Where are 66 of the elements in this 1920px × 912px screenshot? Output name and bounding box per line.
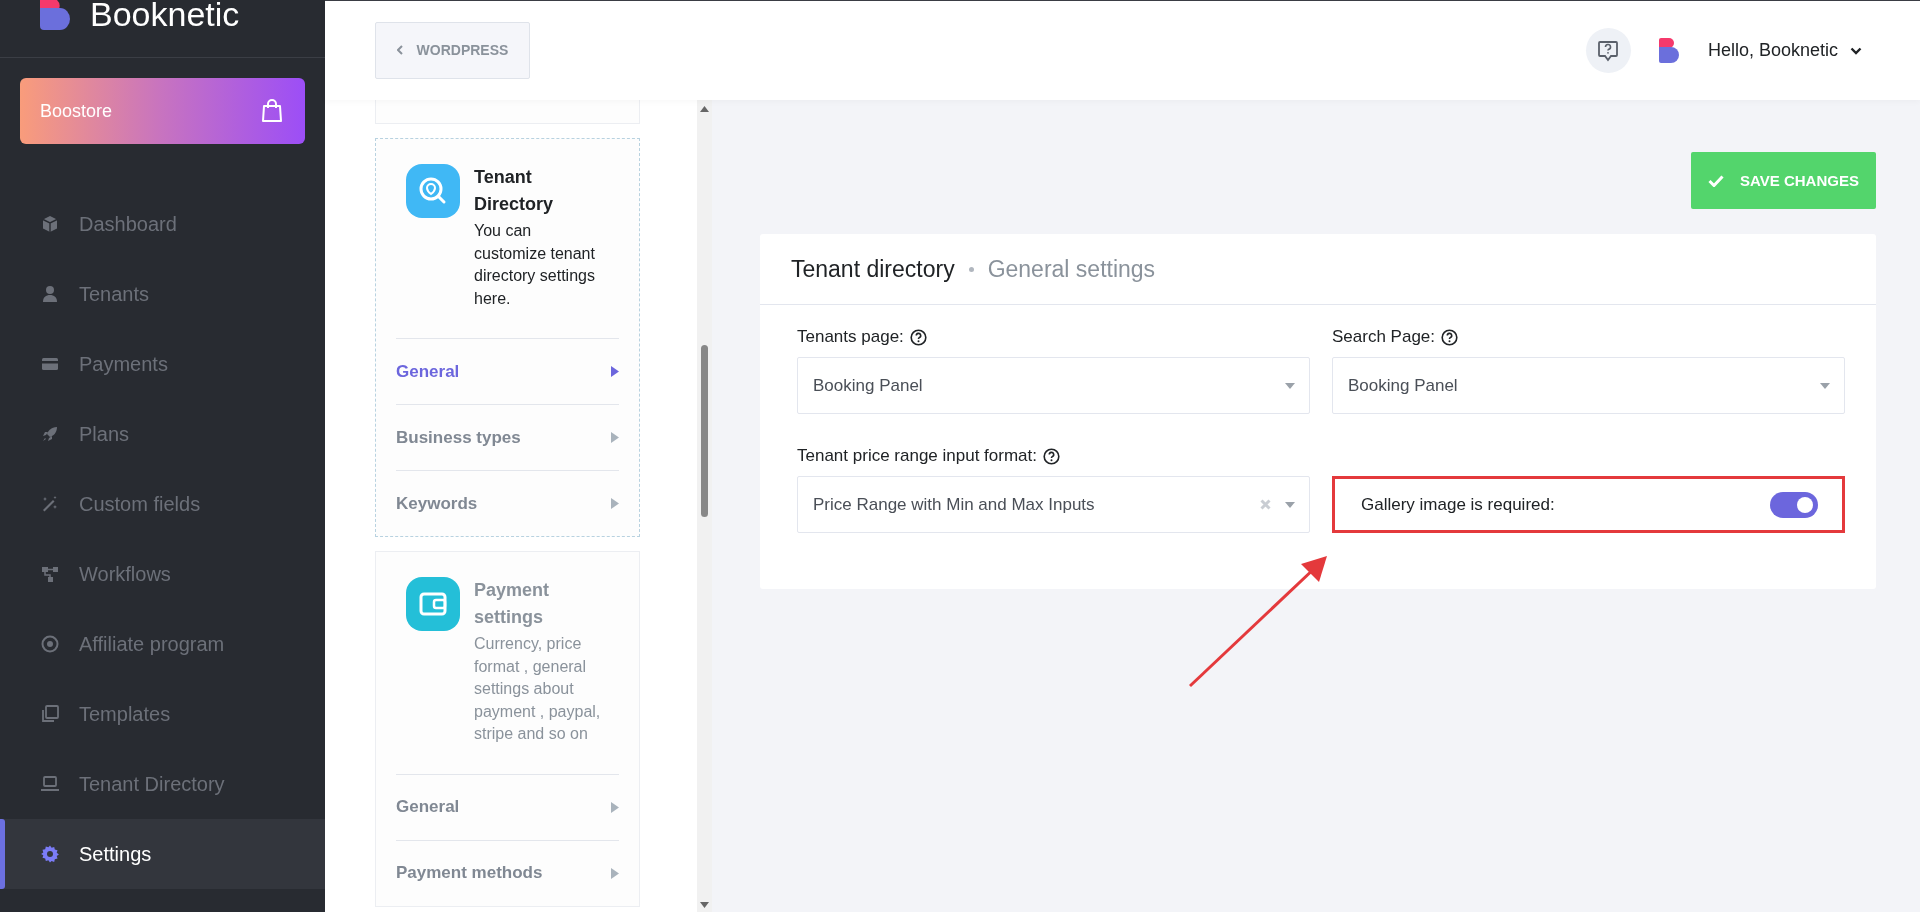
nav-item[interactable]: Custom fields: [0, 469, 325, 539]
brand-name: Booknetic: [90, 0, 240, 30]
caret-icon: [611, 366, 619, 377]
boostore-button[interactable]: Boostore: [20, 78, 305, 144]
field-label: Tenant price range input format:: [797, 446, 1038, 466]
copy-icon: [40, 704, 60, 724]
nav-item[interactable]: Settings: [0, 819, 325, 889]
settings-link[interactable]: Business types: [396, 404, 619, 470]
cube-icon: [40, 214, 60, 234]
scrollbar-thumb[interactable]: [701, 345, 708, 517]
nav-item[interactable]: Dashboard: [0, 189, 325, 259]
help-icon[interactable]: [909, 328, 927, 346]
nav-item[interactable]: Affiliate program: [0, 609, 325, 679]
person-icon: [40, 284, 60, 304]
dropdown-caret-icon: [1820, 382, 1830, 389]
check-icon: [1708, 174, 1725, 187]
nav-item[interactable]: Templates: [0, 679, 325, 749]
toggle-switch[interactable]: [1770, 491, 1818, 518]
dropdown-caret-icon: [1285, 501, 1295, 508]
back-button[interactable]: WORDPRESS: [375, 21, 530, 79]
card-title: Payment settings: [474, 579, 551, 629]
settings-link[interactable]: General: [396, 338, 619, 404]
scroll-down-icon[interactable]: [700, 902, 709, 908]
scrollbar[interactable]: [697, 100, 712, 912]
flowchart-icon: [40, 564, 60, 584]
card-description: You can customize tenant directory settings here.: [474, 221, 596, 309]
question-bubble-icon: [1597, 39, 1620, 62]
target-icon: [40, 634, 60, 654]
panel-subtitle: General settings: [987, 255, 1156, 283]
settings-link[interactable]: Payment methods: [396, 839, 619, 906]
rocket-icon: [40, 424, 60, 444]
help-icon[interactable]: [1043, 447, 1061, 465]
card-description: Currency, price format , general settings about payment , paypal, stripe and so on: [474, 634, 602, 744]
wallet-icon: [406, 577, 460, 631]
toggle-label: Gallery image is required:: [1361, 494, 1555, 515]
dropdown-caret-icon: [1285, 382, 1295, 389]
gear-icon: [40, 844, 60, 864]
logo-icon: [1658, 38, 1679, 63]
help-icon[interactable]: [1441, 328, 1458, 346]
nav-item[interactable]: Tenant Directory: [0, 749, 325, 819]
help-button[interactable]: [1585, 28, 1631, 73]
caret-icon: [611, 432, 619, 443]
user-greeting[interactable]: Hello, Booknetic: [1707, 40, 1838, 61]
select-field[interactable]: Booking Panel: [797, 357, 1310, 414]
shopping-bag-icon: [261, 99, 283, 123]
save-button[interactable]: SAVE CHANGES: [1691, 152, 1876, 209]
select-field[interactable]: Price Range with Min and Max Inputs: [797, 476, 1310, 533]
laptop-icon: [40, 774, 60, 794]
settings-link[interactable]: Keywords: [396, 470, 619, 536]
nav-item[interactable]: Tenants: [0, 259, 325, 329]
caret-icon: [611, 801, 619, 813]
caret-icon: [611, 498, 619, 509]
nav-item[interactable]: Payments: [0, 329, 325, 399]
select-field[interactable]: Booking Panel: [1332, 357, 1845, 414]
search-pin-icon: [406, 164, 460, 218]
card-title: Tenant Directory: [474, 166, 555, 216]
nav-item[interactable]: Workflows: [0, 539, 325, 609]
caret-icon: [611, 867, 619, 879]
chevron-down-icon[interactable]: [1850, 46, 1862, 55]
panel-title: Tenant directory: [791, 255, 955, 283]
chevron-left-icon: [396, 45, 403, 55]
field-label: Tenants page:: [797, 327, 904, 347]
nav-item[interactable]: Plans: [0, 399, 325, 469]
field-label: Search Page:: [1332, 327, 1435, 347]
scroll-up-icon[interactable]: [700, 106, 709, 112]
settings-link[interactable]: General: [396, 773, 619, 840]
